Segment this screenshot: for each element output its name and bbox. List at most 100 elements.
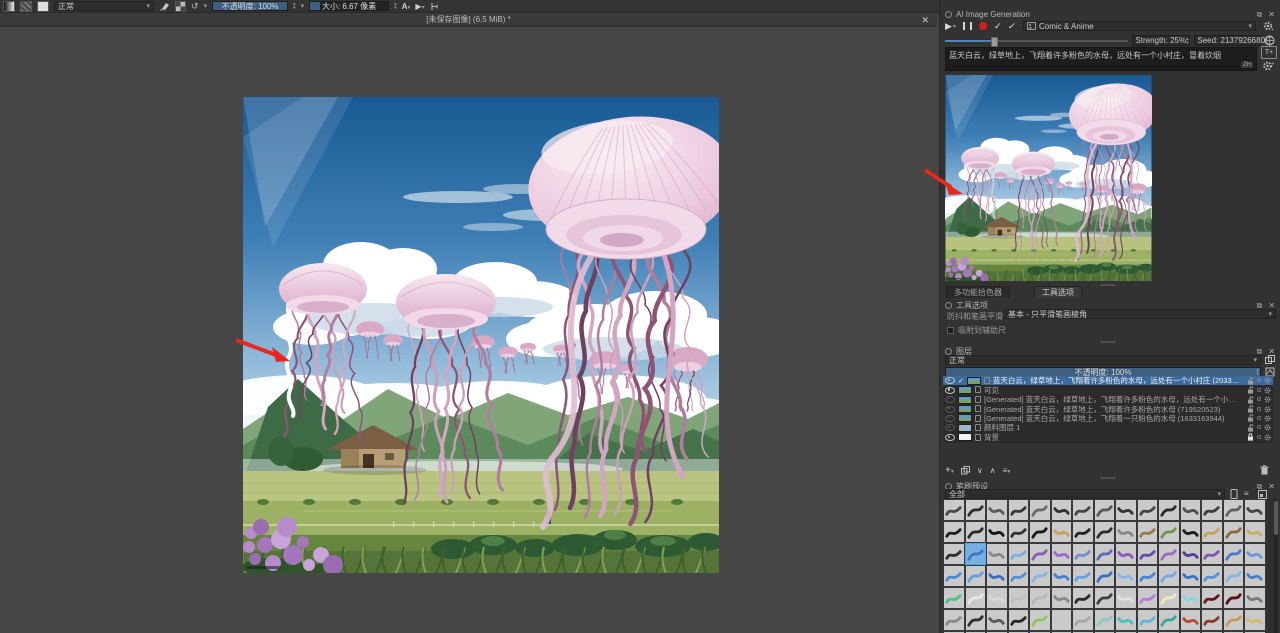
alpha-icon[interactable]: α <box>1257 396 1261 403</box>
brush-preset-cell[interactable] <box>965 609 987 631</box>
gradient-chooser-icon[interactable] <box>3 1 15 12</box>
layer-visibility-icon[interactable] <box>945 396 955 403</box>
close-panel-icon[interactable]: ✕ <box>1268 482 1275 492</box>
stabilizer-combo[interactable]: 基本 - 只平滑笔画棱角 ▾ <box>1004 309 1276 319</box>
live-paint-button[interactable]: ✓ <box>1007 21 1017 32</box>
close-document-icon[interactable]: ✕ <box>921 13 929 27</box>
brush-preset-cell[interactable] <box>965 543 987 565</box>
add-layer-button[interactable]: +▾ <box>945 465 954 476</box>
add-text-prompt-icon[interactable]: T+ <box>1261 46 1277 59</box>
brush-preset-cell[interactable] <box>1223 521 1245 543</box>
brush-preset-cell[interactable] <box>1180 499 1202 521</box>
brush-preset-cell[interactable] <box>1029 565 1051 587</box>
brush-preset-cell[interactable] <box>986 565 1008 587</box>
snap-assistants-checkbox[interactable] <box>947 327 954 334</box>
strength-spinbox[interactable]: Strength: 25% ▴▾ <box>1132 35 1190 46</box>
preserve-alpha-icon[interactable] <box>175 1 186 12</box>
pause-button[interactable] <box>963 22 972 30</box>
brush-preset-cell[interactable] <box>1223 499 1245 521</box>
settings-gear-icon[interactable]: + <box>1263 21 1274 31</box>
brush-preset-cell[interactable] <box>1158 521 1180 543</box>
brush-preset-cell[interactable] <box>1180 587 1202 609</box>
docker-dot-icon[interactable] <box>945 302 952 309</box>
document-tab[interactable]: [未保存图像] (6.5 MiB) * ✕ <box>0 13 937 27</box>
brush-preset-cell[interactable] <box>1072 543 1094 565</box>
brush-preset-cell[interactable] <box>1051 565 1073 587</box>
layer-thumbnail[interactable] <box>958 414 972 422</box>
brush-preset-cell[interactable] <box>1072 521 1094 543</box>
style-combo[interactable]: Comic & Anime ▾ <box>1023 21 1256 31</box>
brush-preset-cell[interactable] <box>1158 499 1180 521</box>
brush-editor-icon[interactable] <box>37 1 49 12</box>
list-view-icon[interactable]: ≡ <box>1244 489 1249 498</box>
brush-preset-cell[interactable] <box>1223 565 1245 587</box>
lock-open-icon[interactable] <box>1247 414 1254 422</box>
brush-grid-scrollbar[interactable] <box>1273 499 1278 633</box>
brush-preset-cell[interactable] <box>1244 521 1266 543</box>
lock-open-icon[interactable] <box>1247 424 1254 432</box>
layer-visibility-icon[interactable] <box>945 415 955 422</box>
alpha-icon[interactable]: α <box>1257 387 1261 394</box>
brush-preset-cell[interactable] <box>1051 499 1073 521</box>
brush-preset-cell[interactable] <box>1115 587 1137 609</box>
brush-preset-cell[interactable] <box>1029 609 1051 631</box>
brush-preset-cell[interactable] <box>1029 587 1051 609</box>
brush-preset-cell[interactable] <box>1244 609 1266 631</box>
layer-gear-icon[interactable] <box>1264 406 1271 413</box>
brush-preset-cell[interactable] <box>1201 609 1223 631</box>
brush-preset-cell[interactable] <box>1137 543 1159 565</box>
seed-spinbox[interactable]: Seed: 2137926680 ▴▾ <box>1194 35 1260 46</box>
brush-preset-cell[interactable] <box>986 587 1008 609</box>
layer-visibility-icon[interactable] <box>945 406 955 413</box>
brush-preset-cell[interactable] <box>1223 587 1245 609</box>
lock-open-icon[interactable] <box>1247 396 1254 404</box>
brush-preset-cell[interactable] <box>965 587 987 609</box>
brush-preset-cell[interactable] <box>965 565 987 587</box>
duplicate-layer-button[interactable] <box>961 466 970 475</box>
size-slider[interactable]: 大小: 6.67 像素 <box>309 1 389 11</box>
brush-preset-cell[interactable] <box>943 499 965 521</box>
tag-icon[interactable] <box>1230 489 1238 499</box>
layer-properties-button[interactable]: ≡▾ <box>1003 466 1011 475</box>
mirror-vertical-icon[interactable]: ▶▾ <box>415 2 424 11</box>
layer-gear-icon[interactable] <box>1264 415 1271 422</box>
brush-preset-cell[interactable] <box>1180 543 1202 565</box>
alpha-icon[interactable]: α <box>1257 434 1261 441</box>
brush-preset-cell[interactable] <box>986 609 1008 631</box>
brush-preset-cell[interactable] <box>1223 609 1245 631</box>
brush-preset-cell[interactable] <box>1008 587 1030 609</box>
brush-preset-cell[interactable] <box>1137 499 1159 521</box>
close-panel-icon[interactable]: ✕ <box>1268 10 1275 20</box>
layer-gear-icon[interactable] <box>1264 434 1271 441</box>
brush-preset-cell[interactable] <box>1072 565 1094 587</box>
brush-preset-cell[interactable] <box>1094 587 1116 609</box>
brush-preset-cell[interactable] <box>1008 499 1030 521</box>
wrap-around-icon[interactable] <box>430 2 439 11</box>
alpha-icon[interactable]: α <box>1257 415 1261 422</box>
brush-preset-cell[interactable] <box>1072 609 1094 631</box>
brush-preset-cell[interactable] <box>1072 587 1094 609</box>
alpha-icon[interactable]: α <box>1257 377 1261 384</box>
layer-thumbnail[interactable] <box>967 377 981 385</box>
brush-preset-cell[interactable] <box>986 499 1008 521</box>
size-stepper[interactable]: ▴▾ <box>394 2 397 10</box>
brush-preset-cell[interactable] <box>1244 565 1266 587</box>
record-button[interactable] <box>979 22 987 30</box>
brush-preset-cell[interactable] <box>965 499 987 521</box>
language-badge[interactable]: ZH <box>1241 62 1253 68</box>
tab-color-picker[interactable]: 多功能拾色器 <box>946 286 1010 298</box>
lock-open-icon[interactable] <box>1247 405 1254 413</box>
brush-preset-cell[interactable] <box>943 521 965 543</box>
brush-preset-cell[interactable] <box>1244 543 1266 565</box>
brush-preset-cell[interactable] <box>943 609 965 631</box>
lock-open-icon[interactable] <box>1247 386 1254 394</box>
layer-thumbnail[interactable] <box>958 396 972 404</box>
lock-closed-icon[interactable] <box>1247 433 1254 441</box>
canvas-artwork[interactable] <box>243 97 719 573</box>
brush-preset-cell[interactable] <box>1094 499 1116 521</box>
chevron-down-icon[interactable]: ▾ <box>301 2 305 10</box>
generate-play-button[interactable]: ▶▾ <box>945 21 956 32</box>
chevron-down-icon[interactable]: ▾ <box>204 2 208 10</box>
brush-tag-filter-combo[interactable]: 全部 ▾ <box>945 489 1225 499</box>
brush-preset-cell[interactable] <box>1051 543 1073 565</box>
